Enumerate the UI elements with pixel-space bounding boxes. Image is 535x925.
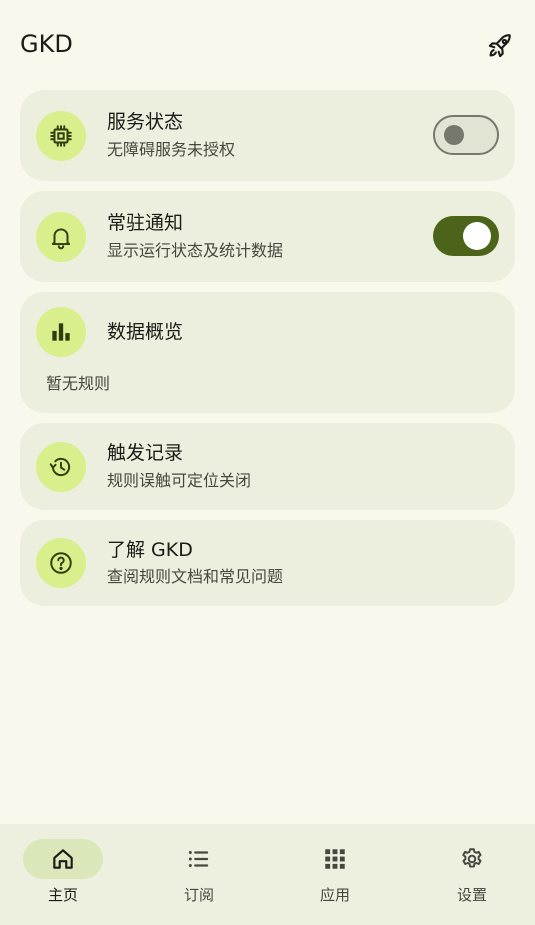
- nav-home-pill: [23, 839, 103, 879]
- notification-switch[interactable]: [433, 216, 499, 256]
- rocket-icon: [488, 34, 511, 58]
- trigger-log-title: 触发记录: [107, 442, 184, 464]
- trigger-log-subtitle: 规则误触可定位关闭: [107, 471, 252, 490]
- nav-settings[interactable]: 设置: [409, 824, 535, 925]
- data-overview-card[interactable]: 数据概览 暂无规则: [20, 292, 515, 413]
- rocket-button[interactable]: [480, 26, 520, 66]
- notification-title: 常驻通知: [107, 212, 184, 234]
- service-icon-badge: [36, 111, 86, 161]
- bottom-navigation: 主页 订阅 应用 设置: [0, 824, 535, 925]
- about-icon-badge: [36, 538, 86, 588]
- about-gkd-subtitle: 查阅规则文档和常见问题: [107, 567, 284, 586]
- data-overview-title: 数据概览: [107, 321, 184, 343]
- trigger-log-icon-badge: [36, 442, 86, 492]
- service-status-subtitle: 无障碍服务未授权: [107, 140, 236, 159]
- nav-subscriptions[interactable]: 订阅: [136, 824, 270, 925]
- help-icon: [50, 552, 72, 574]
- service-switch[interactable]: [433, 115, 499, 155]
- history-icon: [49, 457, 71, 477]
- nav-subscriptions-label: 订阅: [183, 886, 214, 904]
- chip-icon: [50, 125, 72, 147]
- notification-icon-badge: [36, 212, 86, 262]
- list-icon: [188, 850, 209, 868]
- app-title: GKD: [20, 30, 73, 58]
- nav-subscriptions-pill: [159, 839, 239, 879]
- notification-subtitle: 显示运行状态及统计数据: [107, 241, 284, 260]
- about-gkd-card[interactable]: 了解 GKD 查阅规则文档和常见问题: [20, 520, 515, 606]
- about-gkd-title: 了解 GKD: [107, 539, 193, 561]
- home-icon: [53, 849, 73, 869]
- nav-apps[interactable]: 应用: [272, 824, 406, 925]
- home-screen: GKD 服务状态 无障碍服务未授权 常驻通知 显示运行状态及统计数据 数据概览 …: [0, 0, 535, 925]
- nav-apps-pill: [295, 839, 375, 879]
- switch-knob: [444, 125, 464, 145]
- overview-icon-badge: [36, 307, 86, 357]
- service-status-card[interactable]: 服务状态 无障碍服务未授权: [20, 90, 515, 181]
- gear-icon: [462, 848, 482, 868]
- apps-grid-icon: [325, 849, 345, 869]
- top-app-bar: GKD: [0, 0, 535, 88]
- nav-home[interactable]: 主页: [0, 824, 134, 925]
- service-status-title: 服务状态: [107, 111, 184, 133]
- bell-icon: [51, 228, 71, 250]
- nav-apps-label: 应用: [319, 886, 350, 904]
- notification-card[interactable]: 常驻通知 显示运行状态及统计数据: [20, 191, 515, 282]
- switch-knob: [463, 222, 491, 250]
- bar-chart-icon: [52, 323, 70, 341]
- nav-settings-pill: [432, 839, 512, 879]
- overview-empty-text: 暂无规则: [46, 374, 111, 393]
- nav-settings-label: 设置: [456, 886, 487, 904]
- trigger-log-card[interactable]: 触发记录 规则误触可定位关闭: [20, 423, 515, 510]
- nav-home-label: 主页: [47, 886, 78, 904]
